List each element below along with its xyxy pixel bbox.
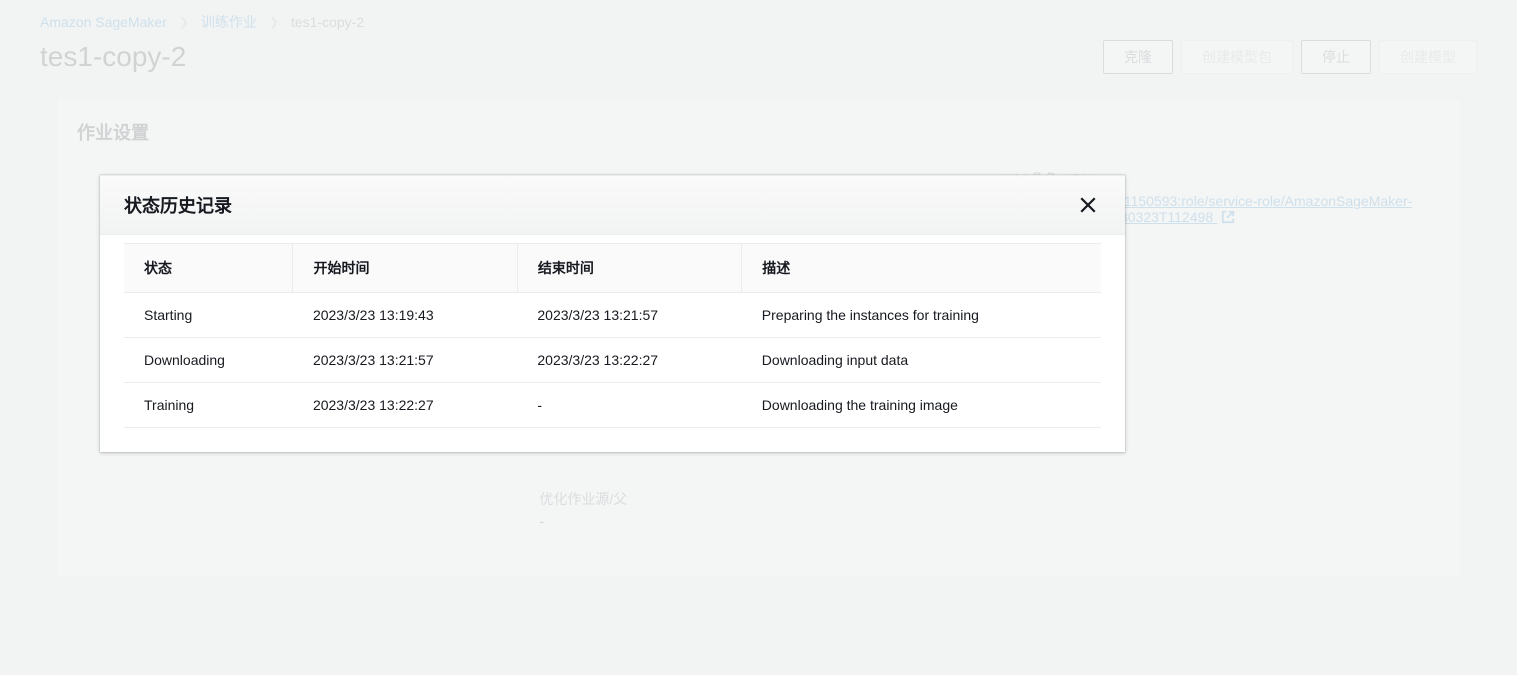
- tuning-parent-value: -: [539, 513, 977, 529]
- create-model-package-button[interactable]: 创建模型包: [1181, 40, 1293, 74]
- breadcrumb-current: tes1-copy-2: [291, 14, 364, 30]
- clone-button[interactable]: 克隆: [1103, 40, 1173, 74]
- create-model-button[interactable]: 创建模型: [1379, 40, 1477, 74]
- cell-status: Downloading: [124, 338, 293, 383]
- modal-title: 状态历史记录: [124, 192, 1075, 218]
- cell-start: 2023/3/23 13:19:43: [293, 293, 517, 338]
- breadcrumb: Amazon SageMaker ❯ 训练作业 ❯ tes1-copy-2: [40, 12, 1477, 32]
- table-row: Training 2023/3/23 13:22:27 - Downloadin…: [124, 383, 1101, 428]
- table-row: Starting 2023/3/23 13:19:43 2023/3/23 13…: [124, 293, 1101, 338]
- cell-end: 2023/3/23 13:22:27: [517, 338, 741, 383]
- chevron-right-icon: ❯: [179, 15, 189, 29]
- status-history-modal: 状态历史记录 状态 开始时间 结束时间 描述 Starting 2023/3/2…: [100, 175, 1125, 452]
- close-button[interactable]: [1075, 192, 1101, 218]
- table-row: Downloading 2023/3/23 13:21:57 2023/3/23…: [124, 338, 1101, 383]
- breadcrumb-root[interactable]: Amazon SageMaker: [40, 14, 167, 30]
- cell-start: 2023/3/23 13:21:57: [293, 338, 517, 383]
- chevron-right-icon: ❯: [269, 15, 279, 29]
- cell-start: 2023/3/23 13:22:27: [293, 383, 517, 428]
- page-title: tes1-copy-2: [40, 41, 1095, 73]
- cell-status: Starting: [124, 293, 293, 338]
- col-status: 状态: [124, 244, 293, 293]
- cell-end: -: [517, 383, 741, 428]
- cell-desc: Downloading input data: [742, 338, 1101, 383]
- status-history-table: 状态 开始时间 结束时间 描述 Starting 2023/3/23 13:19…: [124, 243, 1101, 428]
- col-description: 描述: [742, 244, 1101, 293]
- table-header-row: 状态 开始时间 结束时间 描述: [124, 244, 1101, 293]
- col-start-time: 开始时间: [293, 244, 517, 293]
- col-end-time: 结束时间: [517, 244, 741, 293]
- tuning-parent-label: 优化作业源/父: [539, 489, 977, 509]
- cell-end: 2023/3/23 13:21:57: [517, 293, 741, 338]
- close-icon: [1079, 202, 1097, 217]
- stop-button[interactable]: 停止: [1301, 40, 1371, 74]
- panel-title: 作业设置: [77, 119, 1440, 145]
- cell-desc: Downloading the training image: [742, 383, 1101, 428]
- breadcrumb-training-jobs[interactable]: 训练作业: [201, 12, 257, 32]
- cell-status: Training: [124, 383, 293, 428]
- external-link-icon: [1221, 210, 1235, 227]
- cell-desc: Preparing the instances for training: [742, 293, 1101, 338]
